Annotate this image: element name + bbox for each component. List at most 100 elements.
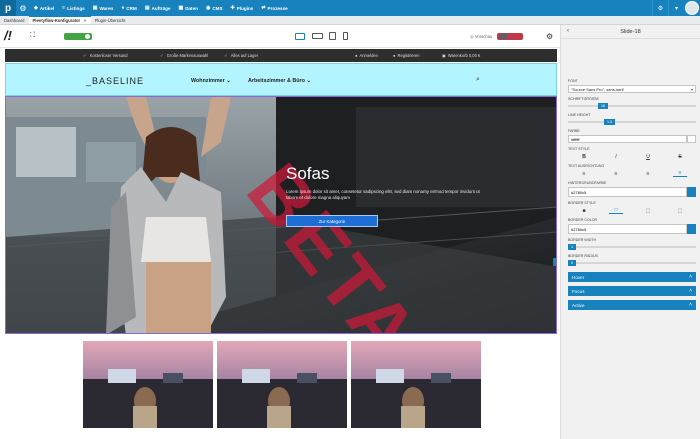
background-color-field[interactable]: #2780c5: [568, 187, 696, 197]
nav-item-crm[interactable]: ● CRM: [117, 0, 141, 16]
border-color-field[interactable]: #2780c5: [568, 224, 696, 234]
nav-label: Waren: [99, 5, 114, 11]
hero-title: Sofas: [286, 164, 330, 183]
line-height-slider[interactable]: 1.5: [568, 119, 696, 125]
tab-label: Dashboard: [4, 17, 25, 23]
nav-item-waren[interactable]: ▣ Waren: [89, 0, 118, 16]
avatar[interactable]: [685, 1, 699, 15]
color-field[interactable]: #ffffff: [568, 135, 696, 143]
tablet-view-icon[interactable]: [328, 32, 336, 40]
back-icon[interactable]: ‹: [567, 28, 569, 34]
toggle-knob: [499, 34, 507, 39]
border-solid-icon[interactable]: ■: [577, 208, 591, 214]
focus-section[interactable]: Focus ˄: [568, 286, 696, 296]
chevron-up-icon: ˄: [689, 288, 692, 294]
active-section[interactable]: Active ˄: [568, 300, 696, 310]
mobile-view-icon[interactable]: [343, 32, 348, 40]
nav-item-artikel[interactable]: ◆ Artikel: [30, 0, 58, 16]
preview-toggle[interactable]: [497, 33, 523, 40]
border-dotted-icon[interactable]: ⬚: [673, 208, 687, 214]
text-style-label: TEXT STYLE: [568, 147, 590, 151]
border-radius-slider[interactable]: 0: [568, 260, 696, 266]
register-label: Registrieren: [397, 53, 420, 58]
tab-dashboard[interactable]: Dashboard: [0, 16, 29, 24]
nav-label: Plugins: [236, 5, 254, 11]
border-outline-icon[interactable]: □: [609, 207, 623, 214]
slider-value[interactable]: 16: [598, 103, 608, 109]
strikethrough-icon[interactable]: S: [673, 154, 687, 160]
laptop-view-icon[interactable]: [311, 32, 323, 40]
align-left-icon[interactable]: ≡: [577, 171, 591, 177]
tab-plentyflow-konfigurator[interactable]: Plentyflow-Konfigurator ✕: [28, 16, 91, 24]
menu-label: Arbeitszimmer & Büro: [248, 78, 305, 84]
expand-icon[interactable]: ⛶: [30, 32, 35, 40]
nav-item-plugins[interactable]: ✚ Plugins: [227, 0, 258, 16]
category-button[interactable]: Zur Kategorie: [286, 215, 378, 227]
store-brand[interactable]: _BASELINE: [86, 76, 144, 86]
slider-value[interactable]: 1: [568, 244, 576, 250]
usp-label: Große Markenauswahl: [166, 53, 209, 58]
edit-mode-toggle[interactable]: [64, 33, 92, 40]
color-swatch[interactable]: [687, 187, 696, 197]
plenty-logo[interactable]: p: [0, 0, 16, 16]
usp-label: Kostenloser Versand: [89, 53, 128, 58]
settings-gear-icon[interactable]: ⚙: [546, 32, 553, 41]
font-size-label: SCHRIFTGRÖSSE: [568, 97, 599, 101]
tab-plugin-uebersicht[interactable]: Plugin-Übersicht: [91, 16, 130, 24]
usp-item: ✓ Alles auf Lager: [224, 53, 258, 59]
usp-item: ✓ Kostenloser Versand: [83, 53, 128, 59]
main-nav: p ⚙ ◆ Artikel ≡ Listings ▣ Waren ● CRM ▤ Auft…: [0, 0, 700, 16]
thumbnail-image[interactable]: [217, 341, 347, 428]
list-icon: ≡: [62, 5, 66, 11]
italic-icon[interactable]: I: [609, 154, 623, 160]
user-plus-icon: ●: [393, 53, 396, 58]
hero-slider[interactable]: BETA Sofas Lorem ipsum dolor sit amet, c…: [5, 96, 557, 334]
align-center-icon[interactable]: ≡: [609, 171, 623, 177]
color-swatch[interactable]: [687, 135, 696, 143]
register-link[interactable]: ● Registrieren: [393, 53, 420, 58]
plug-icon: ✚: [230, 5, 235, 11]
close-icon[interactable]: ✕: [83, 18, 86, 23]
nav-item-cms[interactable]: ◉ CMS: [202, 0, 227, 16]
font-size-slider[interactable]: 16: [568, 103, 696, 109]
underline-icon[interactable]: U: [641, 154, 655, 160]
align-right-icon[interactable]: ≡: [641, 171, 655, 177]
color-value[interactable]: #ffffff: [568, 135, 687, 143]
color-swatch[interactable]: [687, 224, 696, 234]
slide-handle[interactable]: [553, 258, 556, 266]
border-width-slider[interactable]: 1: [568, 244, 696, 250]
slider-value[interactable]: 0: [568, 260, 576, 266]
border-dashed-icon[interactable]: ⬚: [641, 208, 655, 214]
bold-icon[interactable]: B: [577, 154, 591, 160]
globe-icon: ◉: [205, 5, 211, 11]
thumbnail-image[interactable]: [351, 341, 481, 428]
plentyflow-logo: /!: [4, 28, 12, 43]
section-label: Active: [572, 302, 585, 308]
border-radius-label: BORDER RADIUS: [568, 254, 598, 258]
desktop-view-icon[interactable]: [294, 32, 305, 40]
thumbnail-image[interactable]: [83, 341, 213, 428]
login-link[interactable]: ● Anmelden: [355, 53, 378, 58]
nav-item-daten[interactable]: ▦ Daten: [174, 0, 202, 16]
slider-value[interactable]: 1.5: [604, 119, 615, 125]
box-icon: ▣: [92, 5, 98, 11]
nav-item-prozesse[interactable]: ⇄ Prozesse: [257, 0, 291, 16]
help-icon[interactable]: ▾: [668, 0, 684, 16]
menu-item-arbeitszimmer[interactable]: Arbeitszimmer & Büro ⌄: [248, 78, 311, 84]
font-select[interactable]: "Source Sans Pro", sans-serif ▾: [568, 85, 696, 93]
settings-icon[interactable]: ⚙: [652, 0, 668, 16]
gear-icon[interactable]: ⚙: [16, 0, 30, 16]
nav-label: CMS: [212, 5, 223, 11]
menu-item-wohnzimmer[interactable]: Wohnzimmer ⌄: [191, 78, 231, 84]
search-icon[interactable]: ⌕: [476, 76, 480, 84]
nav-item-listings[interactable]: ≡ Listings: [58, 0, 89, 16]
align-justify-icon[interactable]: ≡: [673, 170, 687, 177]
nav-label: Artikel: [39, 5, 55, 11]
basket-link[interactable]: ▣ Warenkorb 0,00 €: [442, 53, 480, 58]
tab-label: Plentyflow-Konfigurator: [32, 18, 81, 23]
editor-toolbar: /! ⛶ ◎ Vorschau ⚙: [0, 25, 560, 48]
hover-section[interactable]: Hover ˄: [568, 272, 696, 282]
nav-item-auftraege[interactable]: ▤ Aufträge: [141, 0, 175, 16]
border-color-value[interactable]: #2780c5: [568, 224, 687, 234]
background-color-value[interactable]: #2780c5: [568, 187, 687, 197]
